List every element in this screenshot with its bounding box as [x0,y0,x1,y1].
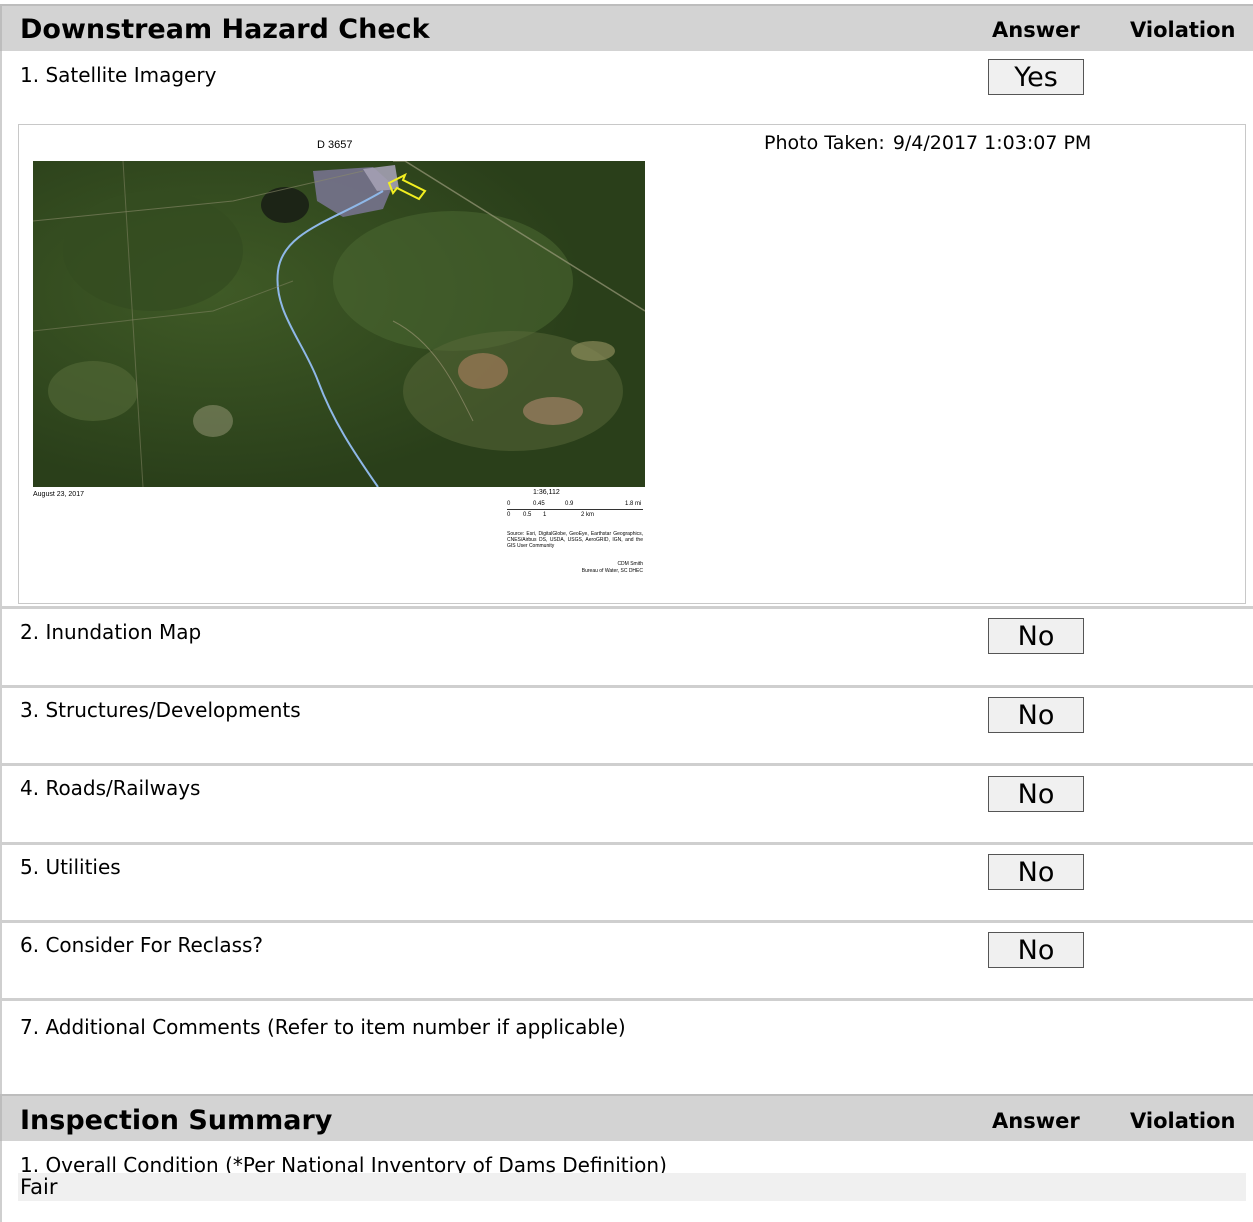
hazard-item-utilities: 5. Utilities No [0,845,1253,923]
map-credit-1: CDM Smith [617,561,643,567]
hazard-section-header: Downstream Hazard Check Answer Violation [0,4,1253,51]
scale-bar: 0 0.45 0.9 1.8 mi 0 0.5 1 2 km [507,501,643,521]
scale-mi-3: 1.8 mi [625,501,642,507]
item-label: 7. Additional Comments (Refer to item nu… [20,1015,626,1039]
photo-taken-value: 9/4/2017 1:03:07 PM [892,132,1092,154]
hazard-item-additional-comments: 7. Additional Comments (Refer to item nu… [0,1001,1253,1094]
map-credit-2: Bureau of Water, SC DHEC [581,568,643,574]
answer-column-header: Answer [992,18,1080,42]
scale-mi-2: 0.9 [565,501,574,507]
overall-condition-value[interactable]: Fair [18,1173,1246,1201]
answer-field[interactable]: Yes [988,59,1084,95]
item-label: 1. Satellite Imagery [20,63,217,87]
map-source: Source: Esri, DigitalGlobe, GeoEye, Eart… [507,531,643,549]
answer-field[interactable]: No [988,932,1084,968]
scale-km-2: 1 [543,512,547,518]
scale-km-0: 0 [507,512,511,518]
item-label: 4. Roads/Railways [20,776,201,800]
answer-field[interactable]: No [988,854,1084,890]
violation-column-header: Violation [1130,18,1236,42]
scale-km-3: 2 km [581,512,595,518]
answer-field[interactable]: No [988,776,1084,812]
summary-section-title: Inspection Summary [20,1105,333,1136]
answer-field[interactable]: No [988,697,1084,733]
scale-mi-1: 0.45 [533,501,545,507]
satellite-photo[interactable]: D 3657 August 23, 2017 1:36,112 0 0.45 0… [18,124,1246,604]
item-label: 3. Structures/Developments [20,698,301,722]
map-title: D 3657 [317,139,353,151]
photo-taken: Photo Taken: 9/4/2017 1:03:07 PM [764,132,1099,154]
summary-section-header: Inspection Summary Answer Violation [0,1094,1253,1141]
item-label: 2. Inundation Map [20,620,202,644]
violation-column-header: Violation [1130,1109,1236,1133]
answer-column-header: Answer [992,1109,1080,1133]
item-label: 6. Consider For Reclass? [20,933,264,957]
map-scale: 1:36,112 [533,489,560,496]
scale-km-1: 0.5 [523,512,532,518]
hazard-item-roads-railways: 4. Roads/Railways No [0,766,1253,845]
hazard-section-title: Downstream Hazard Check [20,14,430,45]
hazard-item-consider-reclass: 6. Consider For Reclass? No [0,923,1253,1001]
hazard-item-structures: 3. Structures/Developments No [0,688,1253,766]
map-date: August 23, 2017 [33,491,84,498]
photo-taken-label: Photo Taken: [764,132,885,154]
answer-field[interactable]: No [988,618,1084,654]
satellite-map-image [33,161,645,487]
scale-mi-0: 0 [507,501,511,507]
hazard-item-inundation-map: 2. Inundation Map No [0,609,1253,688]
item-label: 5. Utilities [20,855,121,879]
